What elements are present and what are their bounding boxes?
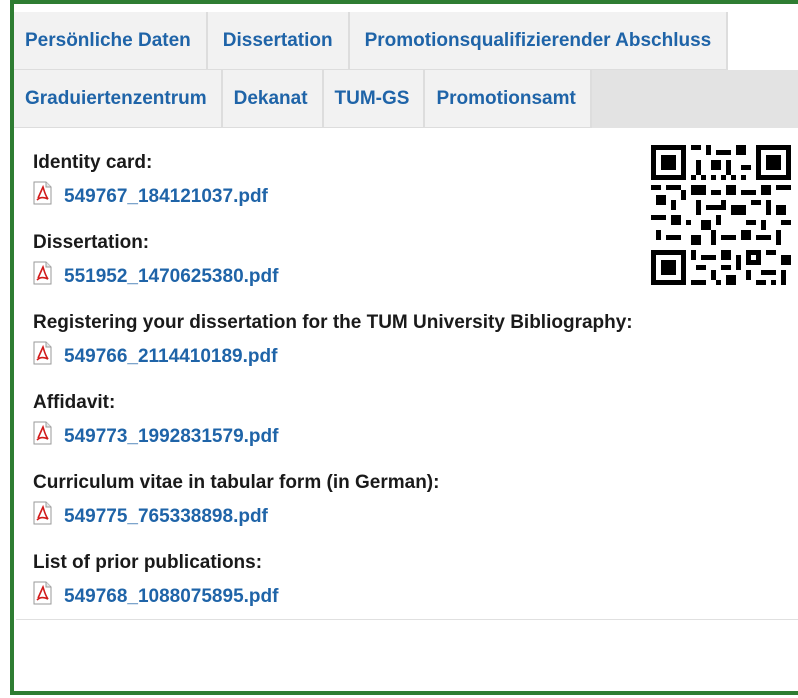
qr-code-icon <box>651 145 791 285</box>
pdf-file-icon[interactable] <box>33 581 52 605</box>
file-row: 549766_2114410189.pdf <box>33 332 633 386</box>
pdf-file-icon[interactable] <box>33 181 52 205</box>
tab-promotionsqualifizierender-abschluss[interactable]: Promotionsqualifizierender Abschluss <box>349 12 729 70</box>
tab-promotionsamt[interactable]: Promotionsamt <box>425 70 592 128</box>
tab-bar-row-2: Graduiertenzentrum Dekanat TUM-GS Promot… <box>14 70 798 128</box>
tab-tum-gs[interactable]: TUM-GS <box>323 70 426 128</box>
file-row: 549768_1088075895.pdf <box>33 572 633 626</box>
pdf-file-icon[interactable] <box>33 421 52 445</box>
documents-content: Identity card: 549767_184121037.pdf Diss… <box>16 128 798 620</box>
file-row: 549773_1992831579.pdf <box>33 412 633 466</box>
tab-bar-row-1: Persönliche Daten Dissertation Promotion… <box>14 12 729 70</box>
document-label: Registering your dissertation for the TU… <box>33 312 633 333</box>
document-item: Dissertation: 551952_1470625380.pdf <box>33 230 633 310</box>
file-row: 551952_1470625380.pdf <box>33 252 633 306</box>
document-item: Identity card: 549767_184121037.pdf <box>33 150 633 230</box>
file-link[interactable]: 549773_1992831579.pdf <box>64 426 278 448</box>
file-link[interactable]: 549767_184121037.pdf <box>64 186 268 208</box>
tab-dekanat[interactable]: Dekanat <box>222 70 324 128</box>
file-row: 549775_765338898.pdf <box>33 492 633 546</box>
document-item: List of prior publications: 549768_10880… <box>33 550 633 630</box>
pdf-file-icon[interactable] <box>33 501 52 525</box>
tab-dissertation[interactable]: Dissertation <box>207 12 350 70</box>
file-link[interactable]: 551952_1470625380.pdf <box>64 266 278 288</box>
tab-bar-filler <box>591 70 798 128</box>
file-row: 549767_184121037.pdf <box>33 172 633 226</box>
document-panel: Persönliche Daten Dissertation Promotion… <box>10 0 798 695</box>
tab-persoenliche-daten[interactable]: Persönliche Daten <box>14 12 208 70</box>
document-item: Registering your dissertation for the TU… <box>33 310 633 390</box>
document-list: Identity card: 549767_184121037.pdf Diss… <box>33 150 633 630</box>
document-item: Affidavit: 549773_1992831579.pdf <box>33 390 633 470</box>
file-link[interactable]: 549766_2114410189.pdf <box>64 346 277 368</box>
tab-graduiertenzentrum[interactable]: Graduiertenzentrum <box>14 70 223 128</box>
file-link[interactable]: 549768_1088075895.pdf <box>64 586 278 608</box>
file-link[interactable]: 549775_765338898.pdf <box>64 506 268 528</box>
pdf-file-icon[interactable] <box>33 341 52 365</box>
document-item: Curriculum vitae in tabular form (in Ger… <box>33 470 633 550</box>
pdf-file-icon[interactable] <box>33 261 52 285</box>
